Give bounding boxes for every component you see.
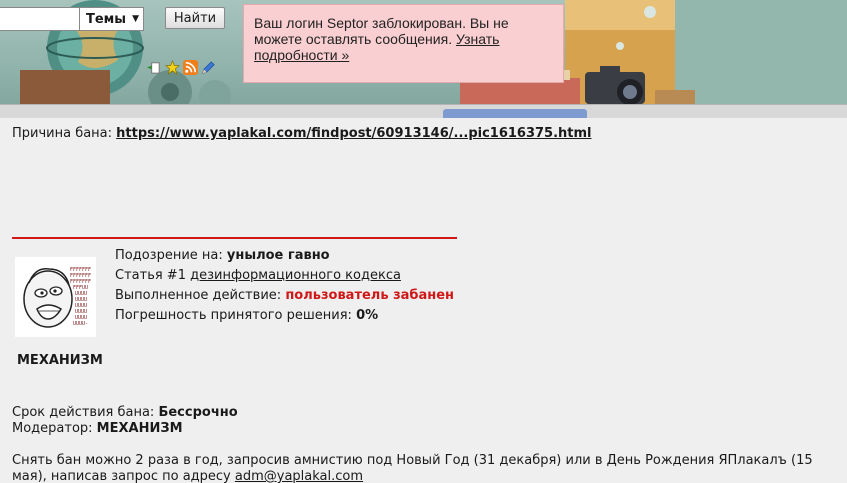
new-post-icon[interactable] [147, 60, 162, 75]
error-label: Погрешность принятого решения: [115, 308, 357, 323]
action-row: Выполненное действие: пользователь забан… [115, 286, 454, 306]
header-bottom-bar [0, 104, 847, 118]
amnesty-info: Снять бан можно 2 раза в год, запросив а… [12, 453, 847, 483]
site-header: Темы ▼ Найти Ваш логин Septor заблокиров… [0, 0, 847, 118]
action-value: пользователь забанен [285, 288, 455, 303]
divider-red [12, 237, 457, 239]
term-row: Срок действия бана: Бессрочно [12, 405, 238, 421]
term-value: Бессрочно [158, 405, 238, 420]
error-value: 0% [356, 308, 379, 323]
moderator-value: МЕХАНИЗМ [96, 421, 183, 436]
amnesty-text: Снять бан можно 2 раза в год, запросив а… [12, 453, 813, 483]
search-button[interactable]: Найти [165, 7, 225, 29]
ban-term-block: Срок действия бана: Бессрочно Модератор:… [12, 405, 238, 437]
suspicion-row: Подозрение на: унылое гавно [115, 246, 454, 266]
moderator-avatar: FFFFFFF FFFFFFF FFFFFFF FFFUU UUUU UUUU … [15, 257, 96, 337]
svg-text:UUUU-: UUUU- [73, 321, 88, 327]
chevron-down-icon: ▼ [132, 14, 139, 24]
ban-reason: Причина бана: https://www.yaplakal.com/f… [12, 126, 592, 141]
quick-icons [147, 60, 216, 75]
search-input[interactable] [0, 7, 80, 31]
avatar-caption: МЕХАНИЗМ [17, 353, 103, 368]
article-link[interactable]: дезинформационного кодекса [190, 268, 401, 283]
suspicion-value: унылое гавно [226, 248, 330, 263]
term-label: Срок действия бана: [12, 405, 159, 420]
search-bar: Темы ▼ [0, 7, 144, 31]
suspicion-label: Подозрение на: [115, 248, 227, 263]
amnesty-email-link[interactable]: adm@yaplakal.com [235, 469, 363, 483]
ban-reason-link[interactable]: https://www.yaplakal.com/findpost/609131… [116, 126, 591, 141]
article-row: Статья #1 дезинформационного кодекса [115, 266, 454, 286]
ban-details: Подозрение на: унылое гавно Статья #1 де… [115, 246, 454, 326]
action-label: Выполненное действие: [115, 288, 286, 303]
edit-pencil-icon[interactable] [201, 60, 216, 75]
article-label: Статья #1 [115, 268, 191, 283]
ban-alert-box: Ваш логин Septor заблокирован. Вы не мож… [243, 4, 564, 83]
ban-reason-label: Причина бана: [12, 126, 117, 141]
moderator-label: Модератор: [12, 421, 97, 436]
favorites-star-icon[interactable] [165, 60, 180, 75]
rss-icon[interactable] [183, 60, 198, 75]
error-row: Погрешность принятого решения: 0% [115, 306, 454, 326]
search-scope-label: Темы [86, 11, 127, 27]
search-scope-select[interactable]: Темы ▼ [80, 7, 144, 31]
moderator-row: Модератор: МЕХАНИЗМ [12, 421, 238, 437]
header-tab-strip[interactable] [443, 109, 587, 118]
